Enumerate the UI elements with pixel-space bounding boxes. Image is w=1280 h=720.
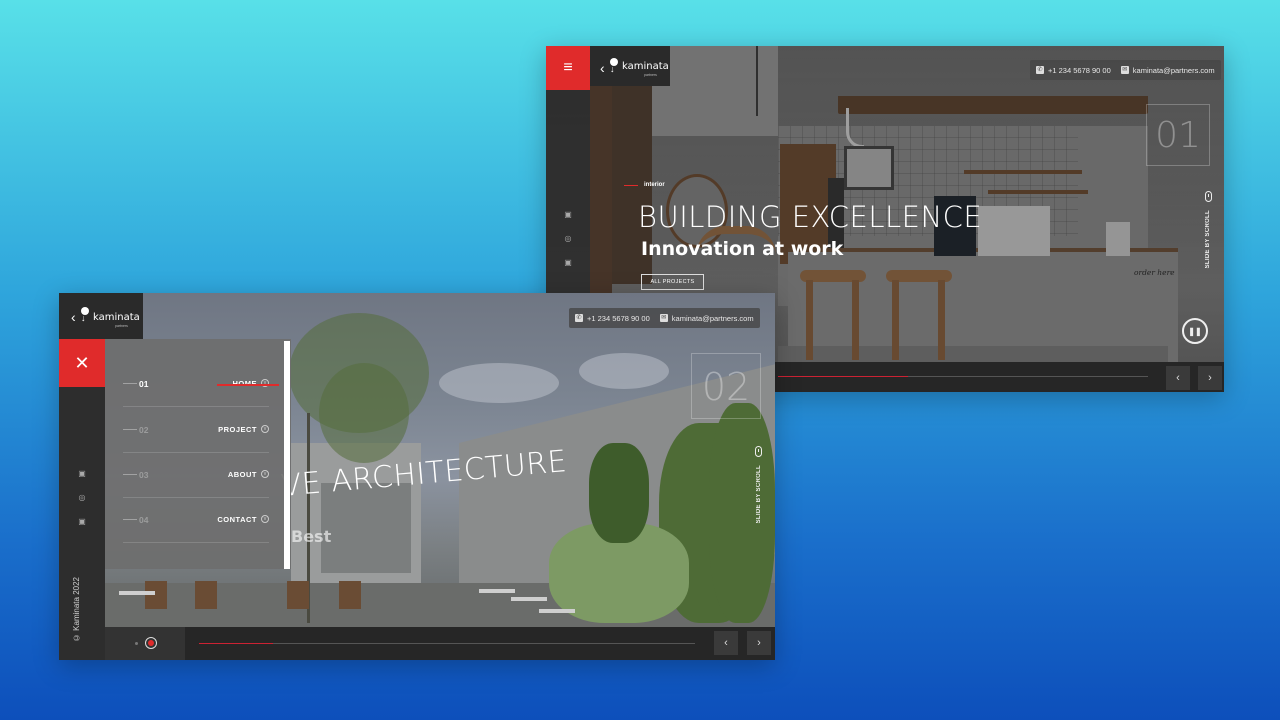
prev-slide-button[interactable]: ‹ xyxy=(714,631,738,655)
scroll-hint: SLIDE BY SCROLL xyxy=(1205,210,1211,269)
chevron-down-icon: v xyxy=(261,515,269,523)
nav-number: 04 xyxy=(139,515,149,525)
phone-text: +1 234 5678 90 00 xyxy=(587,313,650,323)
nav-number: 01 xyxy=(139,379,149,389)
slide-number: 02 xyxy=(691,353,761,419)
instagram-icon[interactable]: ◎ xyxy=(546,234,590,243)
chevron-right-icon: › xyxy=(1208,372,1212,384)
phone-contact[interactable]: ✆ +1 234 5678 90 00 ✉ kaminata@partners.… xyxy=(1030,60,1221,80)
nav-label: PROJECT xyxy=(218,425,257,434)
nav-item-contact[interactable]: 04 CONTACT v xyxy=(123,499,269,543)
copyright: © Kaminata 2022 xyxy=(72,577,81,643)
hamburger-icon: ≡ xyxy=(563,59,573,76)
mouse-icon xyxy=(1205,191,1212,202)
logo[interactable]: ‹ ↓ kaminata partners xyxy=(590,46,670,86)
chevron-down-icon: v xyxy=(261,425,269,433)
slide-subtitle: Innovation at work xyxy=(641,238,844,260)
instagram-icon[interactable]: ◎ xyxy=(59,493,105,502)
email-text: kaminata@partners.com xyxy=(671,313,754,323)
all-projects-button[interactable]: ALL PROJECTS xyxy=(641,274,704,290)
chevron-left-icon: ‹ xyxy=(724,637,728,649)
logo-tagline: partners xyxy=(115,324,128,328)
scene-sign: order here xyxy=(1134,268,1175,277)
next-slide-button[interactable]: › xyxy=(747,631,771,655)
slide-number: 01 xyxy=(1146,104,1210,166)
slide-category: interior xyxy=(624,182,665,188)
pause-button[interactable]: ❚❚ xyxy=(1182,318,1208,344)
close-icon: ✕ xyxy=(74,352,90,373)
pause-icon: ❚❚ xyxy=(1188,326,1202,336)
nav-label: CONTACT xyxy=(217,515,257,524)
mail-icon: ✉ xyxy=(1120,66,1129,74)
phone-icon: ✆ xyxy=(1036,66,1044,74)
active-slide-dot[interactable] xyxy=(145,637,157,649)
phone-contact[interactable]: ✆ +1 234 5678 90 00 ✉ kaminata@partners.… xyxy=(569,308,760,328)
active-indicator xyxy=(217,384,279,386)
nav-label: ABOUT xyxy=(227,470,257,479)
chevron-down-icon: v xyxy=(261,470,269,478)
slide-window-2: VE ARCHITECTURE Best ‹ ↓ kaminata partne… xyxy=(59,293,775,660)
logo-text: kaminata xyxy=(622,61,669,72)
progress-track[interactable] xyxy=(199,643,695,644)
progress-fill xyxy=(778,376,908,377)
prev-slide-button[interactable]: ‹ xyxy=(1166,366,1190,390)
nav-number: 02 xyxy=(139,425,149,435)
twitter-icon[interactable]: ▣ xyxy=(546,258,590,267)
nav-item-project[interactable]: 02 PROJECT v xyxy=(123,409,269,453)
email-text: kaminata@partners.com xyxy=(1132,65,1215,75)
phone-icon: ✆ xyxy=(575,314,583,322)
chevron-right-icon: › xyxy=(757,637,761,649)
menu-button[interactable]: ≡ xyxy=(546,46,590,90)
logo-tagline: partners xyxy=(644,73,657,77)
slide-subtitle: Best xyxy=(291,527,332,546)
nav-number: 03 xyxy=(139,470,149,480)
next-slide-button[interactable]: › xyxy=(1198,366,1222,390)
sidebar: ▣ ◎ ▣ xyxy=(59,387,105,660)
nav-item-about[interactable]: 03 ABOUT v xyxy=(123,454,269,498)
chevron-left-icon: ‹ xyxy=(1176,372,1180,384)
twitter-icon[interactable]: ▣ xyxy=(59,517,105,526)
facebook-icon[interactable]: ▣ xyxy=(59,469,105,478)
logo-text: kaminata xyxy=(93,312,140,323)
slide-title: BUILDING EXCELLENCE xyxy=(638,200,983,234)
facebook-icon[interactable]: ▣ xyxy=(546,210,590,219)
mouse-icon xyxy=(755,446,762,457)
close-menu-button[interactable]: ✕ xyxy=(59,339,105,387)
nav-menu: 01 HOME v 02 PROJECT v 03 ABOUT v 04 CON… xyxy=(105,339,291,569)
scroll-hint: SLIDE BY SCROLL xyxy=(756,465,762,524)
phone-text: +1 234 5678 90 00 xyxy=(1048,65,1111,75)
slide-dot[interactable] xyxy=(135,642,138,645)
logo[interactable]: ‹ ↓ kaminata partners xyxy=(59,293,143,339)
menu-scrollbar[interactable] xyxy=(284,341,290,569)
progress-fill xyxy=(199,643,274,644)
mail-icon: ✉ xyxy=(659,314,668,322)
